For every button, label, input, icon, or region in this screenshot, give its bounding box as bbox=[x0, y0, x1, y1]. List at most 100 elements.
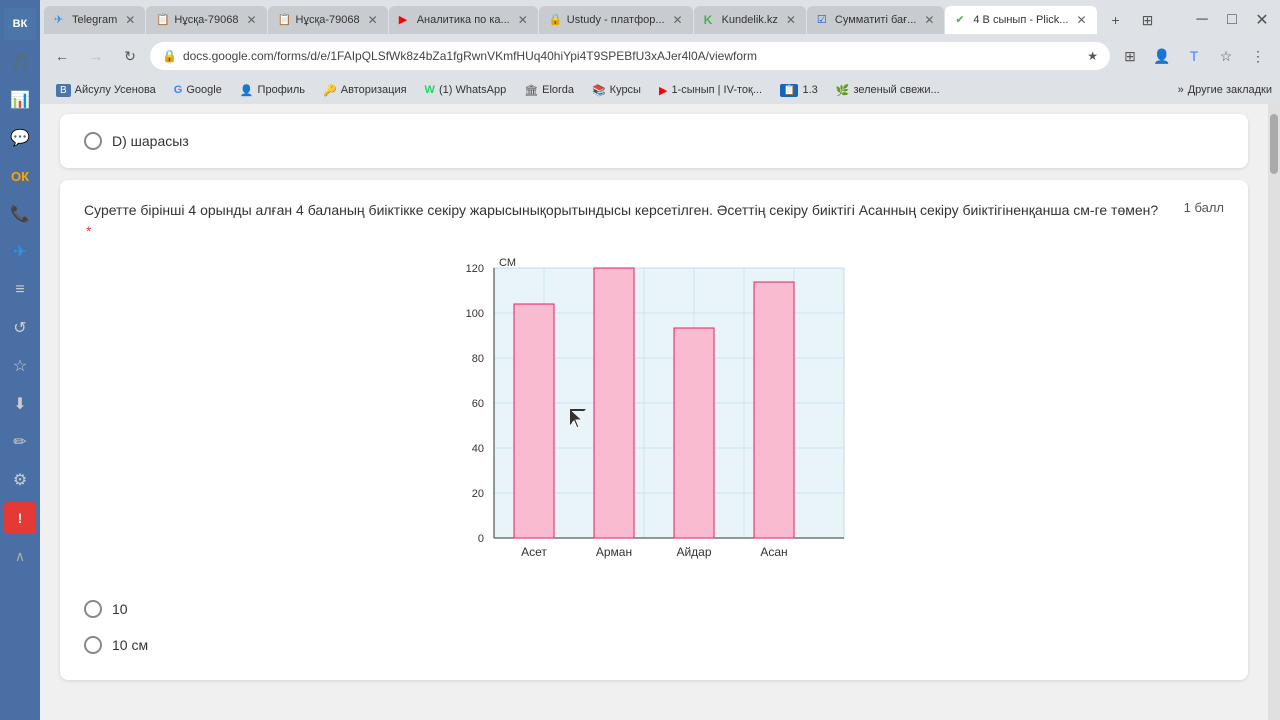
close-button[interactable]: ✕ bbox=[1248, 6, 1276, 34]
scrollbar-thumb[interactable] bbox=[1270, 114, 1278, 174]
svg-text:0: 0 bbox=[478, 533, 484, 545]
tab-summative[interactable]: ☑ Сумматиті бағ... ✕ bbox=[807, 6, 944, 34]
svg-text:60: 60 bbox=[472, 398, 484, 410]
tab-close-analytics[interactable]: ✕ bbox=[518, 13, 528, 27]
option-d-radio[interactable] bbox=[84, 132, 102, 150]
nav-bar: ← → ↻ 🔒 docs.google.com/forms/d/e/1FAIpQ… bbox=[40, 36, 1280, 76]
bookmark-button[interactable]: ☆ bbox=[1212, 42, 1240, 70]
tab-telegram[interactable]: ✈ Telegram ✕ bbox=[44, 6, 145, 34]
tab-close-telegram[interactable]: ✕ bbox=[125, 13, 135, 27]
sidebar-chevron-icon[interactable]: ∧ bbox=[4, 540, 36, 572]
sidebar-history-icon[interactable]: ↺ bbox=[4, 312, 36, 344]
sidebar-edit-icon[interactable]: ✏ bbox=[4, 426, 36, 458]
question2-header: Суретте бірінші 4 орынды алған 4 баланың… bbox=[84, 200, 1224, 242]
bar-asan bbox=[754, 282, 794, 538]
svg-text:120: 120 bbox=[466, 263, 484, 275]
sidebar-alert-icon[interactable]: ! bbox=[4, 502, 36, 534]
sidebar-settings-icon[interactable]: ⚙ bbox=[4, 464, 36, 496]
back-button[interactable]: ← bbox=[48, 42, 76, 70]
svg-text:СМ: СМ bbox=[499, 258, 516, 269]
svg-text:80: 80 bbox=[472, 353, 484, 365]
question2-card: Суретте бірінші 4 орынды алған 4 баланың… bbox=[60, 180, 1248, 680]
bookmark-1-class[interactable]: ▶ 1-сынып | IV-тоқ... bbox=[651, 82, 770, 99]
answer-options: 10 10 см bbox=[84, 594, 1224, 660]
extensions-button[interactable]: ⊞ bbox=[1116, 42, 1144, 70]
bookmark-google[interactable]: G Google bbox=[166, 82, 230, 98]
tab-bar: ✈ Telegram ✕ 📋 Нұсқа-79068 ✕ 📋 Нұсқа-790… bbox=[40, 0, 1280, 36]
bookmark-aisulu[interactable]: В Айсулу Усенова bbox=[48, 82, 164, 99]
address-bar[interactable]: 🔒 docs.google.com/forms/d/e/1FAIpQLSfWk8… bbox=[150, 42, 1110, 70]
page-content: D) шарасыз Суретте бірінші 4 орынды алға… bbox=[40, 104, 1280, 720]
option-10[interactable]: 10 bbox=[84, 594, 1224, 624]
bookmark-elorda[interactable]: 🏛 Elorda bbox=[516, 82, 582, 99]
svg-text:20: 20 bbox=[472, 488, 484, 500]
sidebar-star-icon[interactable]: ☆ bbox=[4, 350, 36, 382]
bar-arman bbox=[594, 268, 634, 538]
translate-button[interactable]: T bbox=[1180, 42, 1208, 70]
tab-close-kundelik[interactable]: ✕ bbox=[786, 13, 796, 27]
bookmark-profile[interactable]: 👤 Профиль bbox=[232, 82, 313, 99]
tab-list-button[interactable]: ⊞ bbox=[1134, 6, 1162, 34]
sidebar-music-icon[interactable]: 🎵 bbox=[4, 46, 36, 78]
sidebar-phone-icon[interactable]: 📞 bbox=[4, 198, 36, 230]
option-10-label: 10 bbox=[112, 601, 128, 617]
chart-container: 0 20 40 60 80 100 120 СМ bbox=[84, 258, 1224, 578]
bookmark-kursy[interactable]: 📚 Курсы bbox=[584, 82, 649, 99]
option-10cm[interactable]: 10 см bbox=[84, 630, 1224, 660]
tab-actions: + ⊞ bbox=[1102, 6, 1162, 34]
browser-main: ✈ Telegram ✕ 📋 Нұсқа-79068 ✕ 📋 Нұсқа-790… bbox=[40, 0, 1280, 720]
tab-kundelik[interactable]: K Kundelik.kz ✕ bbox=[694, 6, 806, 34]
sidebar-face-icon[interactable]: 💬 bbox=[4, 122, 36, 154]
profile-button[interactable]: 👤 bbox=[1148, 42, 1176, 70]
tab-close-summative[interactable]: ✕ bbox=[924, 13, 934, 27]
tab-close-ustudy[interactable]: ✕ bbox=[673, 13, 683, 27]
nav-icons: ⊞ 👤 T ☆ ⋮ bbox=[1116, 42, 1272, 70]
bookmarks-more-button[interactable]: » Другие закладки bbox=[1178, 84, 1272, 96]
more-button[interactable]: ⋮ bbox=[1244, 42, 1272, 70]
svg-text:40: 40 bbox=[472, 443, 484, 455]
svg-text:Арман: Арман bbox=[596, 545, 632, 559]
sidebar-stats-icon[interactable]: 📊 bbox=[4, 84, 36, 116]
address-text: docs.google.com/forms/d/e/1FAIpQLSfWk8z4… bbox=[183, 49, 1081, 63]
bookmark-whatsapp[interactable]: W (1) WhatsApp bbox=[417, 82, 515, 98]
svg-text:100: 100 bbox=[466, 308, 484, 320]
tab-analytics[interactable]: ▶ Аналитика по ка... ✕ bbox=[389, 6, 538, 34]
bookmark-zeleny[interactable]: 🌿 зеленый свежи... bbox=[828, 82, 948, 99]
minimize-button[interactable]: ─ bbox=[1188, 6, 1216, 34]
svg-text:Асан: Асан bbox=[760, 545, 787, 559]
reload-button[interactable]: ↻ bbox=[116, 42, 144, 70]
browser-chrome: ✈ Telegram ✕ 📋 Нұсқа-79068 ✕ 📋 Нұсқа-790… bbox=[40, 0, 1280, 104]
bookmarks-bar: В Айсулу Усенова G Google 👤 Профиль 🔑 Ав… bbox=[40, 76, 1280, 104]
tab-ustudy[interactable]: 🔒 Ustudy - платфор... ✕ bbox=[539, 6, 693, 34]
option-10cm-label: 10 см bbox=[112, 637, 148, 653]
maximize-button[interactable]: □ bbox=[1218, 6, 1246, 34]
sidebar-list-icon[interactable]: ≡ bbox=[4, 274, 36, 306]
question2-points: 1 балл bbox=[1184, 200, 1224, 215]
svg-text:Асет: Асет bbox=[521, 545, 547, 559]
option-d-card: D) шарасыз bbox=[60, 114, 1248, 168]
tab-nusqa1[interactable]: 📋 Нұсқа-79068 ✕ bbox=[146, 6, 266, 34]
sidebar-vk-icon[interactable]: ВК bbox=[4, 8, 36, 40]
new-tab-button[interactable]: + bbox=[1102, 6, 1130, 34]
sidebar-telegram-icon[interactable]: ✈ bbox=[4, 236, 36, 268]
option-10-radio[interactable] bbox=[84, 600, 102, 618]
required-star: * bbox=[86, 223, 91, 239]
tab-nusqa2[interactable]: 📋 Нұсқа-79068 ✕ bbox=[268, 6, 388, 34]
tab-close-nusqa1[interactable]: ✕ bbox=[246, 13, 256, 27]
option-d[interactable]: D) шарасыз bbox=[84, 126, 1224, 156]
option-10cm-radio[interactable] bbox=[84, 636, 102, 654]
tab-4b[interactable]: ✔ 4 В сынып - Plick... ✕ bbox=[945, 6, 1096, 34]
tab-close-nusqa2[interactable]: ✕ bbox=[368, 13, 378, 27]
right-scrollbar[interactable] bbox=[1268, 104, 1280, 720]
svg-text:Айдар: Айдар bbox=[676, 545, 711, 559]
tab-close-4b[interactable]: ✕ bbox=[1076, 13, 1086, 27]
left-sidebar: ВК 🎵 📊 💬 ОК 📞 ✈ ≡ ↺ ☆ ⬇ ✏ ⚙ ! ∧ bbox=[0, 0, 40, 720]
option-d-label: D) шарасыз bbox=[112, 133, 189, 149]
forward-button[interactable]: → bbox=[82, 42, 110, 70]
sidebar-download-icon[interactable]: ⬇ bbox=[4, 388, 36, 420]
bookmark-auth[interactable]: 🔑 Авторизация bbox=[315, 82, 415, 99]
bar-aset bbox=[514, 304, 554, 538]
sidebar-ok-icon[interactable]: ОК bbox=[4, 160, 36, 192]
form-area: D) шарасыз Суретте бірінші 4 орынды алға… bbox=[40, 104, 1268, 720]
bookmark-13[interactable]: 📋 1.3 bbox=[772, 82, 826, 99]
